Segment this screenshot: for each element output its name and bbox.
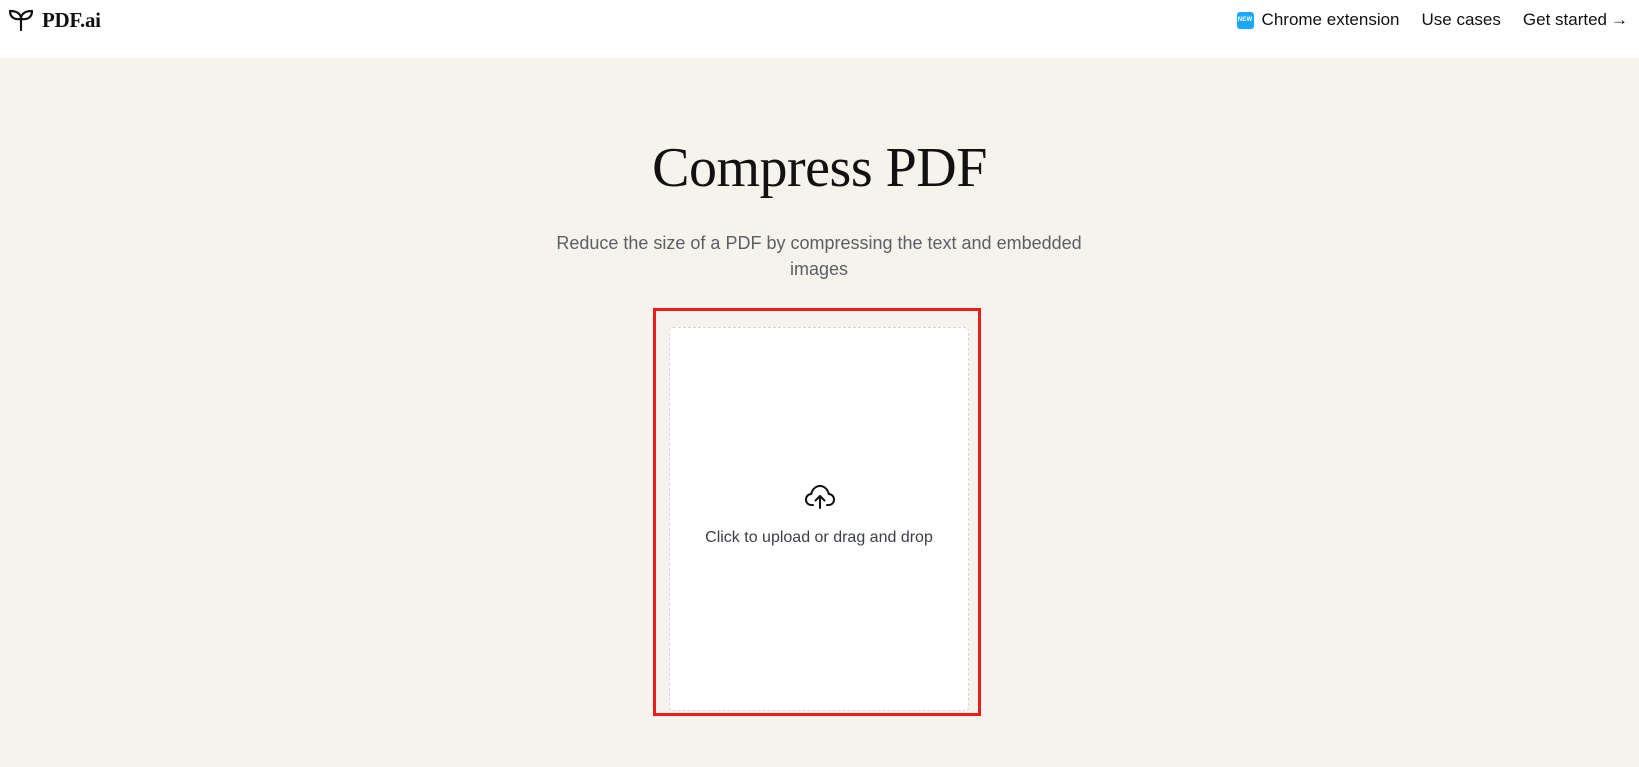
- cloud-upload-icon: [804, 483, 836, 511]
- page-title: Compress PDF: [652, 137, 987, 199]
- main-content: Compress PDF Reduce the size of a PDF by…: [0, 58, 1639, 767]
- nav-use-cases[interactable]: Use cases: [1422, 10, 1501, 30]
- nav-chrome-extension[interactable]: NEW Chrome extension: [1236, 10, 1400, 30]
- page-subtitle: Reduce the size of a PDF by compressing …: [556, 233, 1082, 279]
- brand-logo-link[interactable]: PDF.ai: [8, 8, 101, 32]
- brand-name: PDF.ai: [42, 7, 101, 32]
- sprout-icon: [8, 9, 34, 31]
- dropzone-label: Click to upload or drag and drop: [705, 529, 933, 546]
- nav-use-cases-label: Use cases: [1421, 10, 1501, 29]
- nav-get-started-label: Get started: [1522, 10, 1607, 29]
- top-navigation-bar: PDF.ai NEW Chrome extension Use cases Ge…: [0, 0, 1639, 58]
- new-badge-icon: NEW: [1236, 11, 1254, 29]
- header-nav: NEW Chrome extension Use cases Get start…: [1236, 8, 1628, 32]
- file-upload-dropzone[interactable]: Click to upload or drag and drop: [669, 327, 969, 711]
- arrow-right-icon: →: [1611, 10, 1628, 29]
- nav-get-started[interactable]: Get started →: [1523, 10, 1628, 30]
- nav-chrome-extension-label: Chrome extension: [1261, 10, 1400, 29]
